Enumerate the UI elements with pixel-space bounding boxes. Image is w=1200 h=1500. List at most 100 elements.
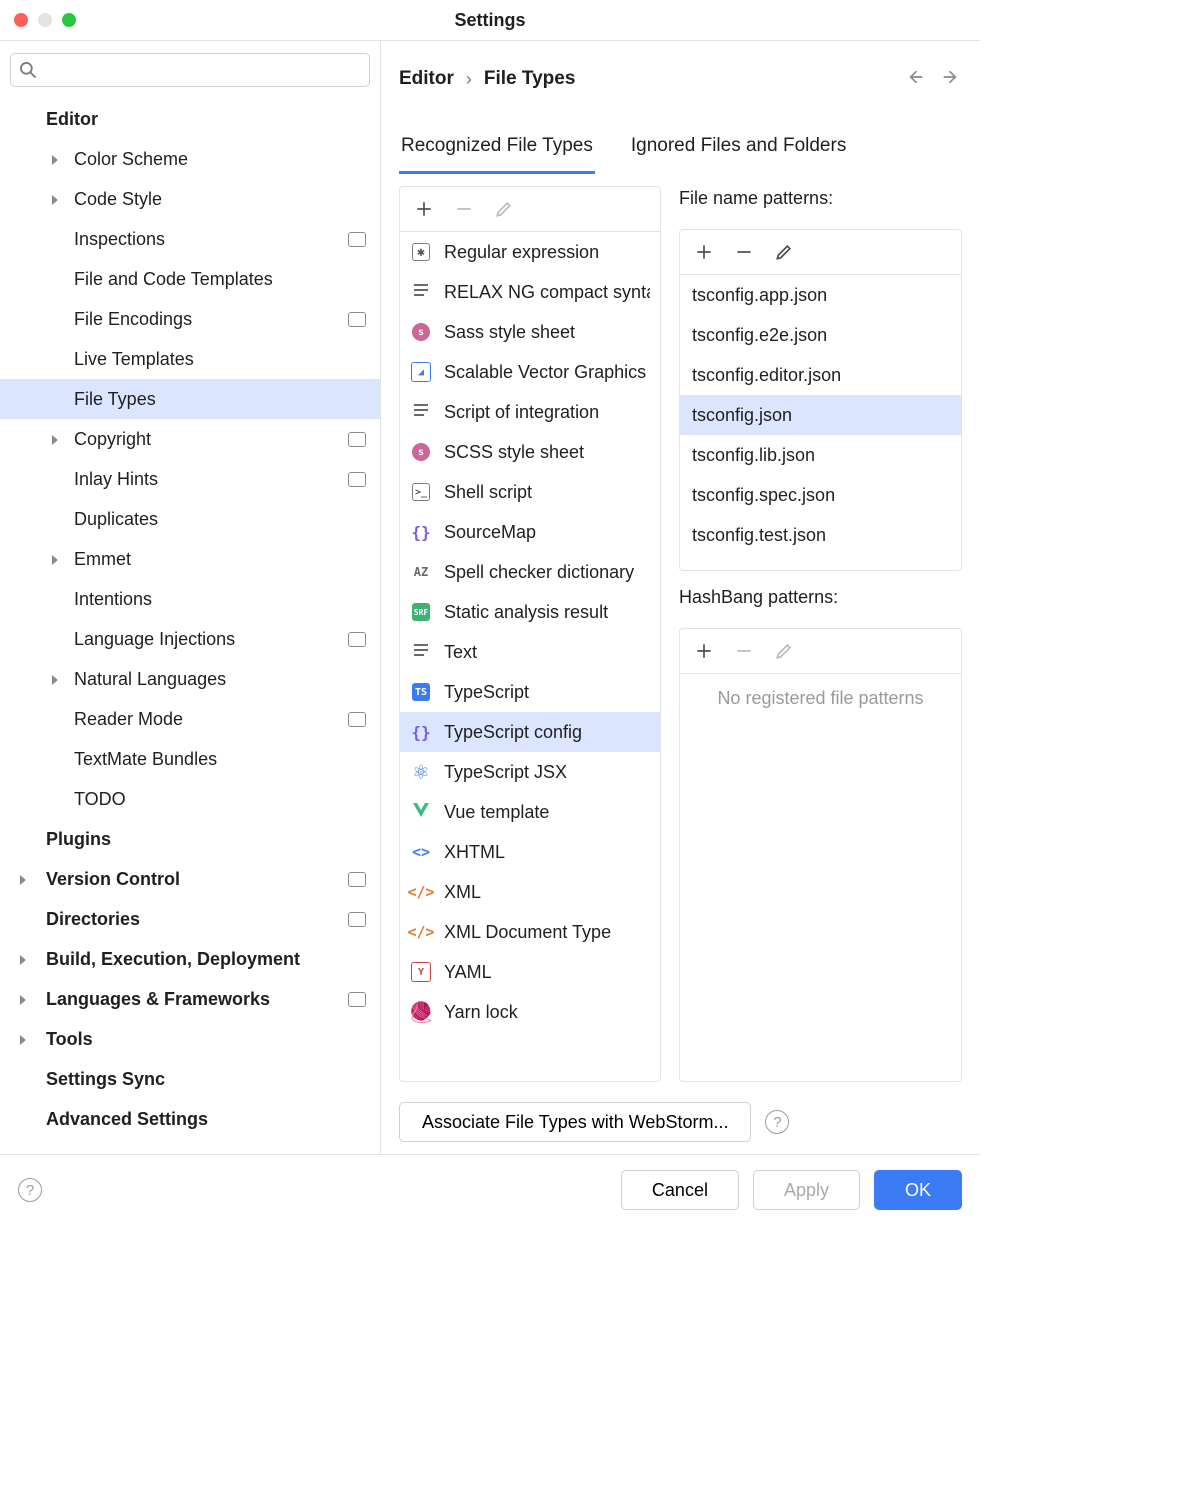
cancel-button[interactable]: Cancel: [621, 1170, 739, 1210]
pattern-item[interactable]: tsconfig.spec.json: [680, 475, 961, 515]
typescript-icon: TS: [412, 683, 430, 701]
apply-button[interactable]: Apply: [753, 1170, 860, 1210]
sidebar-item[interactable]: File and Code Templates: [0, 259, 380, 299]
tag-icon: <>: [412, 843, 430, 861]
pattern-item[interactable]: tsconfig.test.json: [680, 515, 961, 555]
patterns-panel: tsconfig.app.jsontsconfig.e2e.jsontsconf…: [679, 229, 962, 571]
sidebar-item[interactable]: Directories: [0, 899, 380, 939]
pattern-item[interactable]: tsconfig.e2e.json: [680, 315, 961, 355]
sidebar-item[interactable]: Plugins: [0, 819, 380, 859]
filetype-item[interactable]: ◢Scalable Vector Graphics: [400, 352, 660, 392]
back-icon[interactable]: [904, 67, 924, 92]
chevron-right-icon: [18, 989, 30, 1010]
filetype-list-panel: ✱Regular expressionRELAX NG compact synt…: [399, 186, 661, 1082]
filetype-toolbar: [400, 187, 660, 232]
help-icon[interactable]: ?: [765, 1110, 789, 1134]
sidebar-item-label: Build, Execution, Deployment: [46, 949, 300, 970]
sidebar-item[interactable]: Advanced Settings: [0, 1099, 380, 1139]
sidebar-item[interactable]: Settings Sync: [0, 1059, 380, 1099]
filetype-label: SourceMap: [444, 522, 536, 543]
sidebar-item[interactable]: Natural Languages: [0, 659, 380, 699]
filetype-item[interactable]: <>XHTML: [400, 832, 660, 872]
sidebar-item[interactable]: Duplicates: [0, 499, 380, 539]
edit-icon[interactable]: [494, 199, 514, 219]
chevron-right-icon: [50, 149, 62, 170]
dictionary-icon: AZ: [412, 563, 430, 581]
filetype-item[interactable]: Text: [400, 632, 660, 672]
filetype-item[interactable]: sSass style sheet: [400, 312, 660, 352]
sidebar-item[interactable]: Build, Execution, Deployment: [0, 939, 380, 979]
associate-button[interactable]: Associate File Types with WebStorm...: [399, 1102, 751, 1142]
sidebar-item[interactable]: Inlay Hints: [0, 459, 380, 499]
filetype-item[interactable]: 🧶Yarn lock: [400, 992, 660, 1032]
filetype-item[interactable]: >_Shell script: [400, 472, 660, 512]
filetype-item[interactable]: YYAML: [400, 952, 660, 992]
hashbang-empty: No registered file patterns: [680, 674, 961, 709]
search-input[interactable]: [10, 53, 370, 87]
sidebar-item[interactable]: File Encodings: [0, 299, 380, 339]
add-icon[interactable]: [694, 242, 714, 262]
remove-icon[interactable]: [454, 199, 474, 219]
sidebar-item-label: Copyright: [74, 429, 151, 450]
sidebar-item[interactable]: Code Style: [0, 179, 380, 219]
sidebar-item[interactable]: Emmet: [0, 539, 380, 579]
scope-badge-icon: [348, 872, 366, 887]
pattern-item[interactable]: tsconfig.json: [680, 395, 961, 435]
filetype-item[interactable]: </>XML Document Type: [400, 912, 660, 952]
sass-icon: s: [412, 323, 430, 341]
chevron-right-icon: [50, 429, 62, 450]
filetype-item[interactable]: ✱Regular expression: [400, 232, 660, 272]
sidebar-item[interactable]: Version Control: [0, 859, 380, 899]
pattern-item[interactable]: tsconfig.app.json: [680, 275, 961, 315]
sidebar-item[interactable]: Language Injections: [0, 619, 380, 659]
sidebar-item-label: Advanced Settings: [46, 1109, 208, 1130]
text-icon: [412, 401, 430, 424]
sidebar: EditorColor SchemeCode StyleInspectionsF…: [0, 41, 381, 1154]
sidebar-item[interactable]: Reader Mode: [0, 699, 380, 739]
sidebar-item[interactable]: Intentions: [0, 579, 380, 619]
filetype-item[interactable]: {}TypeScript config: [400, 712, 660, 752]
pattern-item[interactable]: tsconfig.lib.json: [680, 435, 961, 475]
filetype-item[interactable]: {}SourceMap: [400, 512, 660, 552]
filetype-label: Yarn lock: [444, 1002, 518, 1023]
breadcrumb-part[interactable]: Editor: [399, 68, 454, 90]
sidebar-item[interactable]: Inspections: [0, 219, 380, 259]
sidebar-item[interactable]: Tools: [0, 1019, 380, 1059]
sidebar-item-label: Emmet: [74, 549, 131, 570]
filetype-item[interactable]: Vue template: [400, 792, 660, 832]
sidebar-item[interactable]: Copyright: [0, 419, 380, 459]
filetype-item[interactable]: RELAX NG compact syntax: [400, 272, 660, 312]
filetype-item[interactable]: </>XML: [400, 872, 660, 912]
sidebar-item-label: File Encodings: [74, 309, 192, 330]
help-icon[interactable]: ?: [18, 1178, 42, 1202]
tab[interactable]: Ignored Files and Folders: [629, 129, 848, 174]
tag-icon: </>: [407, 883, 434, 901]
forward-icon[interactable]: [942, 67, 962, 92]
sidebar-item-label: Plugins: [46, 829, 111, 850]
sidebar-item[interactable]: TODO: [0, 779, 380, 819]
filetype-item[interactable]: SRFStatic analysis result: [400, 592, 660, 632]
sidebar-item[interactable]: Editor: [0, 99, 380, 139]
sidebar-item[interactable]: Color Scheme: [0, 139, 380, 179]
remove-icon[interactable]: [734, 242, 754, 262]
filetype-item[interactable]: AZSpell checker dictionary: [400, 552, 660, 592]
sidebar-item[interactable]: File Types: [0, 379, 380, 419]
tab[interactable]: Recognized File Types: [399, 129, 595, 174]
ok-button[interactable]: OK: [874, 1170, 962, 1210]
sidebar-item[interactable]: TextMate Bundles: [0, 739, 380, 779]
add-icon[interactable]: [414, 199, 434, 219]
scope-badge-icon: [348, 632, 366, 647]
pattern-item[interactable]: tsconfig.editor.json: [680, 355, 961, 395]
sidebar-item-label: Inlay Hints: [74, 469, 158, 490]
breadcrumb-part: File Types: [484, 68, 576, 90]
sidebar-item[interactable]: Live Templates: [0, 339, 380, 379]
edit-icon[interactable]: [774, 242, 794, 262]
add-icon[interactable]: [694, 641, 714, 661]
sidebar-item[interactable]: Languages & Frameworks: [0, 979, 380, 1019]
sass-icon: s: [412, 443, 430, 461]
svg-icon: ◢: [411, 362, 431, 382]
filetype-item[interactable]: TSTypeScript: [400, 672, 660, 712]
filetype-item[interactable]: sSCSS style sheet: [400, 432, 660, 472]
filetype-item[interactable]: Script of integration: [400, 392, 660, 432]
filetype-item[interactable]: ⚛TypeScript JSX: [400, 752, 660, 792]
